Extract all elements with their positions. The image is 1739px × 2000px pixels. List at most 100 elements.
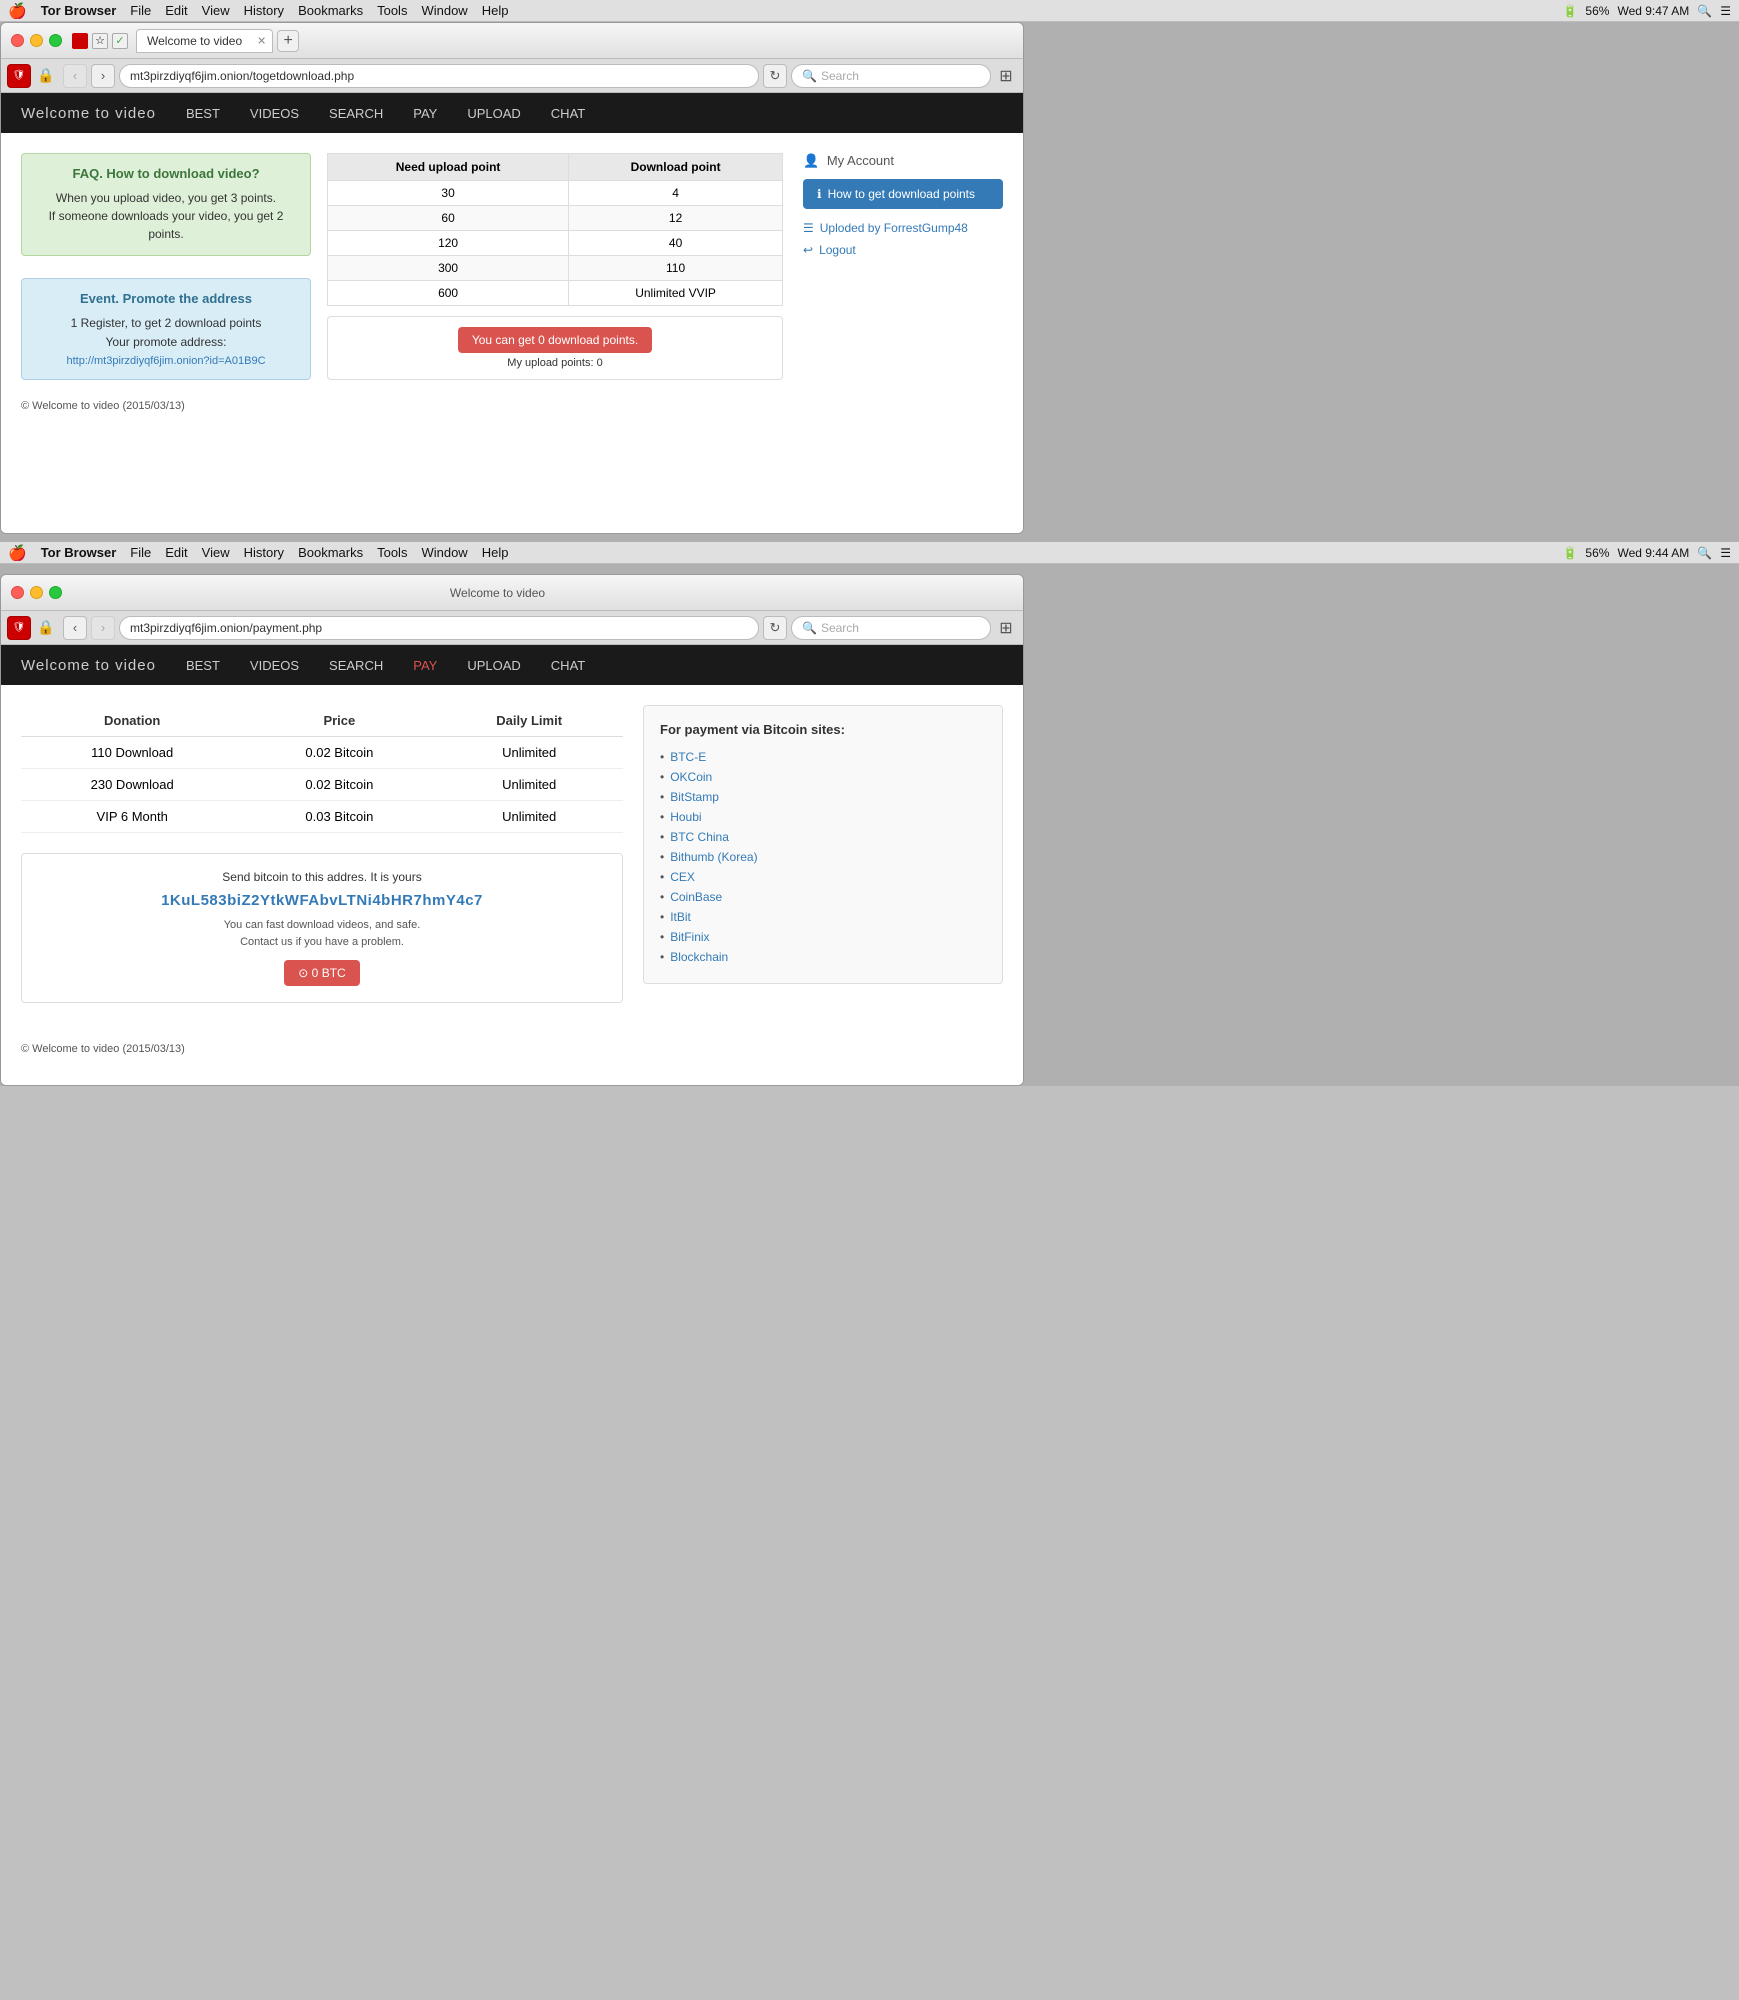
navbar-2: 🛡 🔒 ‹ › mt3pirzdiyqf6jim.onion/payment.p… <box>1 611 1023 645</box>
nav-chat-2[interactable]: CHAT <box>551 658 585 673</box>
bitcoin-site-link[interactable]: Houbi <box>670 810 701 824</box>
traffic-lights-1 <box>11 34 62 47</box>
bitcoin-site-link[interactable]: CEX <box>670 870 695 884</box>
nav-videos-2[interactable]: VIDEOS <box>250 658 299 673</box>
url-bar-1[interactable]: mt3pirzdiyqf6jim.onion/togetdownload.php <box>119 64 759 88</box>
menu-file[interactable]: File <box>130 3 151 18</box>
search-bar-1[interactable]: 🔍 Search <box>791 64 991 88</box>
download-cell: Unlimited VVIP <box>569 281 783 306</box>
logout-link[interactable]: ↩ Logout <box>803 239 1003 261</box>
maximize-button-2[interactable] <box>49 586 62 599</box>
back-button-2[interactable]: ‹ <box>63 616 87 640</box>
menu-tor-browser[interactable]: Tor Browser <box>41 3 117 18</box>
bitcoin-site-link[interactable]: BitStamp <box>670 790 719 804</box>
menu2-tor-browser[interactable]: Tor Browser <box>41 545 117 560</box>
search-icon-menubar[interactable]: 🔍 <box>1697 4 1712 18</box>
url-bar-2[interactable]: mt3pirzdiyqf6jim.onion/payment.php <box>119 616 759 640</box>
download-cell: 4 <box>569 181 783 206</box>
account-link[interactable]: 👤 My Account <box>803 153 1003 169</box>
apple-logo-2[interactable]: 🍎 <box>8 544 27 562</box>
apple-logo[interactable]: 🍎 <box>8 2 27 20</box>
nav-search-1[interactable]: SEARCH <box>329 106 383 121</box>
menu-bookmarks[interactable]: Bookmarks <box>298 3 363 18</box>
get-download-points-btn[interactable]: You can get 0 download points. <box>458 327 652 353</box>
menu2-edit[interactable]: Edit <box>165 545 187 560</box>
event-link[interactable]: http://mt3pirzdiyqf6jim.onion?id=A01B9C <box>66 355 265 367</box>
menu-history[interactable]: History <box>244 3 284 18</box>
btc-subtext: You can fast download videos, and safe. … <box>38 917 606 950</box>
menu2-file[interactable]: File <box>130 545 151 560</box>
how-to-label: How to get download points <box>828 187 975 201</box>
menu2-history[interactable]: History <box>244 545 284 560</box>
minimize-button[interactable] <box>30 34 43 47</box>
btc-button[interactable]: ⊙ 0 BTC <box>284 960 359 986</box>
menu2-view[interactable]: View <box>202 545 230 560</box>
nav-best-2[interactable]: BEST <box>186 658 220 673</box>
menu2-bookmarks[interactable]: Bookmarks <box>298 545 363 560</box>
forward-button[interactable]: › <box>91 64 115 88</box>
uploaded-by-label: Uploded by ForrestGump48 <box>820 221 968 235</box>
list-icon-menubar[interactable]: ☰ <box>1720 4 1731 18</box>
footer-2: © Welcome to video (2015/03/13) <box>21 1043 1003 1055</box>
upload-cell: 120 <box>328 231 569 256</box>
content-area-2: Donation Price Daily Limit 110 Download0… <box>1 685 1023 1085</box>
tab-close-1[interactable]: ✕ <box>257 34 266 47</box>
bitcoin-site-link[interactable]: BTC China <box>670 830 729 844</box>
bitcoin-site-link[interactable]: CoinBase <box>670 890 722 904</box>
bitcoin-site-link[interactable]: OKCoin <box>670 770 712 784</box>
battery-icon-2: 🔋 <box>1562 546 1577 560</box>
how-to-download-btn[interactable]: ℹ How to get download points <box>803 179 1003 209</box>
active-tab-1[interactable]: Welcome to video ✕ <box>136 29 273 53</box>
bitcoin-site-link[interactable]: BitFinix <box>670 930 709 944</box>
nav-best-1[interactable]: BEST <box>186 106 220 121</box>
bitcoin-site-link[interactable]: Bithumb (Korea) <box>670 850 757 864</box>
points-table: Need upload point Download point 3046012… <box>327 153 783 306</box>
menu-help[interactable]: Help <box>482 3 509 18</box>
menu-edit[interactable]: Edit <box>165 3 187 18</box>
search-bar-2[interactable]: 🔍 Search <box>791 616 991 640</box>
reload-button[interactable]: ↻ <box>763 64 787 88</box>
download-cell: 12 <box>569 206 783 231</box>
col-upload-header: Need upload point <box>328 154 569 181</box>
donation-cell: 110 Download <box>21 737 243 769</box>
bitcoin-site-link[interactable]: ItBit <box>670 910 691 924</box>
menu-view[interactable]: View <box>202 3 230 18</box>
menu-tools[interactable]: Tools <box>377 3 407 18</box>
btc-address[interactable]: 1KuL583biZ2YtkWFAbvLTNi4bHR7hmY4c7 <box>38 892 606 909</box>
logout-label: Logout <box>819 243 856 257</box>
payment-table: Donation Price Daily Limit 110 Download0… <box>21 705 623 833</box>
checkmark-icon[interactable]: ✓ <box>112 33 128 49</box>
nav-pay-1[interactable]: PAY <box>413 106 437 121</box>
search-icon-menubar-2[interactable]: 🔍 <box>1697 546 1712 560</box>
nav-upload-2[interactable]: UPLOAD <box>467 658 520 673</box>
btc-line1: You can fast download videos, and safe. <box>224 919 421 931</box>
nav-chat-1[interactable]: CHAT <box>551 106 585 121</box>
nav-videos-1[interactable]: VIDEOS <box>250 106 299 121</box>
bitcoin-site-link[interactable]: BTC-E <box>670 750 706 764</box>
menu2-window[interactable]: Window <box>421 545 467 560</box>
extensions-icon[interactable]: ⊞ <box>995 65 1017 87</box>
close-button[interactable] <box>11 34 24 47</box>
nav-upload-1[interactable]: UPLOAD <box>467 106 520 121</box>
nav-pay-2[interactable]: PAY <box>413 658 437 673</box>
tor-icon-nav-2: 🛡 <box>7 616 31 640</box>
nav-search-2[interactable]: SEARCH <box>329 658 383 673</box>
uploaded-by-link[interactable]: ☰ Uploded by ForrestGump48 <box>803 217 1003 239</box>
battery-percent: 56% <box>1585 4 1609 18</box>
menu2-tools[interactable]: Tools <box>377 545 407 560</box>
forward-button-2[interactable]: › <box>91 616 115 640</box>
bookmark-icon[interactable]: ☆ <box>92 33 108 49</box>
top-menubar-1: 🍎 Tor Browser File Edit View History Boo… <box>0 0 1739 22</box>
minimize-button-2[interactable] <box>30 586 43 599</box>
bitcoin-site-link[interactable]: Blockchain <box>670 950 728 964</box>
extensions-icon-2[interactable]: ⊞ <box>995 617 1017 639</box>
menu-window[interactable]: Window <box>421 3 467 18</box>
menu2-help[interactable]: Help <box>482 545 509 560</box>
new-tab-button-1[interactable]: + <box>277 30 299 52</box>
back-button[interactable]: ‹ <box>63 64 87 88</box>
logout-icon: ↩ <box>803 243 813 257</box>
reload-button-2[interactable]: ↻ <box>763 616 787 640</box>
list-icon-menubar-2[interactable]: ☰ <box>1720 546 1731 560</box>
close-button-2[interactable] <box>11 586 24 599</box>
maximize-button[interactable] <box>49 34 62 47</box>
